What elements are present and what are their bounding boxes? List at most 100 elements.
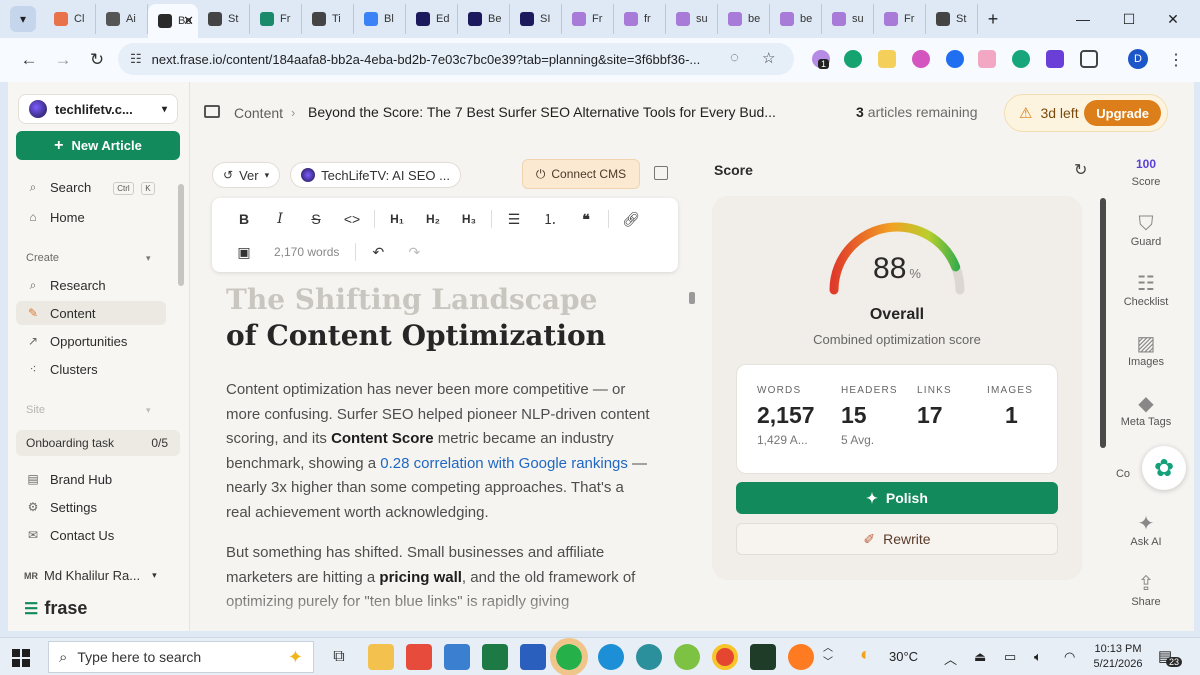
forward-button[interactable]: → [46, 43, 80, 77]
whatsapp-icon[interactable] [550, 638, 588, 675]
minimize-button[interactable]: — [1060, 0, 1106, 38]
onboarding-task[interactable]: Onboarding task 0/5 [16, 430, 180, 456]
excel-icon[interactable] [482, 644, 508, 670]
version-select[interactable]: ↺ Ver ▾ [212, 162, 281, 188]
code-button[interactable]: <> [334, 207, 370, 231]
app-icon[interactable] [598, 644, 624, 670]
sidebar-item-home[interactable]: ⌂ Home [16, 205, 166, 229]
refresh-icon[interactable]: ↻ [1074, 160, 1087, 180]
user-menu[interactable]: MR Md Khalilur Ra... ▾ [24, 568, 157, 583]
rail-item-co[interactable]: Co [1108, 468, 1138, 480]
profile-avatar[interactable]: D [1128, 49, 1148, 69]
rail-item-guard[interactable]: ⛉ Guard [1114, 212, 1178, 248]
browser-tab[interactable]: Be [458, 4, 510, 34]
bullet-list-button[interactable]: ☰ [496, 207, 532, 231]
extensions-puzzle-icon[interactable] [1080, 50, 1098, 68]
rail-item-score[interactable]: 100 Score [1114, 152, 1178, 188]
extension-icon[interactable] [946, 50, 964, 68]
browser-tab[interactable]: Be ✕ [148, 4, 198, 38]
windows-start-icon[interactable] [12, 649, 30, 667]
project-select[interactable]: TechLifeTV: AI SEO ... [290, 162, 461, 188]
word-icon[interactable] [520, 644, 546, 670]
rail-item-share[interactable]: ⇪ Share [1114, 572, 1178, 608]
sidebar-item-opportunities[interactable]: ↗ Opportunities [16, 329, 166, 353]
blockquote-button[interactable]: ❝ [568, 207, 604, 231]
upgrade-button[interactable]: Upgrade [1084, 100, 1161, 126]
browser-tab[interactable]: be [718, 4, 770, 34]
sidebar-item-contact-us[interactable]: ✉ Contact Us [16, 523, 166, 547]
browser-tab[interactable]: su [822, 4, 874, 34]
rail-item-checklist[interactable]: ☷ Checklist [1114, 272, 1178, 308]
browser-tab[interactable]: St [198, 4, 250, 34]
sidebar-item-brand-hub[interactable]: ▤ Brand Hub [16, 467, 166, 491]
address-bar[interactable]: ☷ next.frase.io/content/184aafa8-bb2a-4e… [118, 43, 794, 75]
system-clock[interactable]: 10:13 PM 5/21/2026 [1090, 642, 1146, 672]
browser-tab[interactable]: Ti [302, 4, 354, 34]
extension-icon[interactable] [1046, 50, 1064, 68]
polish-button[interactable]: ✦ Polish [736, 482, 1058, 514]
wifi-icon[interactable]: ◠ [1064, 649, 1075, 665]
editor-scrollbar[interactable] [689, 292, 695, 304]
battery-icon[interactable]: ▭ [1004, 649, 1016, 665]
app-icon[interactable] [406, 644, 432, 670]
collapse-chevron-icon[interactable]: ▾ [146, 253, 151, 264]
connect-cms-button[interactable]: ⏻ Connect CMS [522, 159, 640, 189]
chatgpt-extension-icon[interactable] [1012, 50, 1030, 68]
rail-item-meta-tags[interactable]: ◆ Meta Tags [1114, 392, 1178, 428]
app-icon[interactable] [750, 644, 776, 670]
workspace-switcher[interactable]: techlifetv.c... ▾ [18, 94, 178, 124]
chrome-icon[interactable] [712, 644, 738, 670]
insert-image-button[interactable]: ▣ [226, 240, 262, 264]
taskbar-search[interactable]: ⌕ Type here to search ✦ [48, 641, 314, 673]
maximize-button[interactable]: ☐ [1106, 0, 1152, 38]
sidebar-item-research[interactable]: ⌕ Research [16, 273, 166, 297]
score-scrollbar[interactable] [1100, 198, 1106, 448]
link-button[interactable]: 🔗︎ [613, 207, 649, 231]
browser-tab[interactable]: be [770, 4, 822, 34]
app-icon[interactable] [674, 644, 700, 670]
browser-tab[interactable]: Fr [562, 4, 614, 34]
reload-button[interactable]: ↻ [80, 43, 114, 77]
browser-tab[interactable]: St [926, 4, 978, 34]
browser-tab[interactable]: su [666, 4, 718, 34]
eye-slash-icon[interactable]: ◌ [730, 49, 739, 66]
chatgpt-assistant-button[interactable]: ✿ [1142, 446, 1186, 490]
sidebar-item-clusters[interactable]: ⁖ Clusters [16, 357, 166, 381]
rewrite-button[interactable]: ✐ Rewrite [736, 523, 1058, 555]
rail-item-images[interactable]: ▨ Images [1114, 332, 1178, 368]
bookmark-star-icon[interactable]: ☆ [762, 49, 775, 67]
bold-button[interactable]: B [226, 207, 262, 231]
extension-icon[interactable] [912, 50, 930, 68]
undo-button[interactable]: ↶ [360, 240, 396, 264]
mail-extension-icon[interactable] [878, 50, 896, 68]
browser-tab[interactable]: Bl [354, 4, 406, 34]
heading-3-button[interactable]: H₃ [451, 207, 487, 231]
heading-1-button[interactable]: H₁ [379, 207, 415, 231]
tray-chevron-up-icon[interactable]: ︿ [944, 649, 957, 668]
browser-tab[interactable]: Cl [44, 4, 96, 34]
document-body[interactable]: The Shifting Landscape of Content Optimi… [226, 282, 652, 615]
browser-tab[interactable]: Fr [874, 4, 926, 34]
heading-2-button[interactable]: H₂ [415, 207, 451, 231]
close-window-button[interactable]: ✕ [1150, 0, 1196, 38]
extension-icon[interactable] [978, 50, 996, 68]
breadcrumb-content[interactable]: Content [234, 105, 283, 121]
sidebar-scrollbar[interactable] [178, 184, 184, 286]
inline-link[interactable]: 0.28 correlation with Google rankings [380, 455, 628, 472]
app-icon[interactable] [444, 644, 470, 670]
redo-button[interactable]: ↷ [396, 240, 432, 264]
browser-menu-icon[interactable]: ⋮ [1168, 50, 1184, 70]
italic-button[interactable]: I [262, 207, 298, 231]
browser-tab[interactable]: Ed [406, 4, 458, 34]
new-article-button[interactable]: + New Article [16, 131, 180, 160]
numbered-list-button[interactable]: ⒈ [532, 207, 568, 231]
sidebar-item-search[interactable]: ⌕ Search Ctrl K [16, 175, 166, 199]
rail-item-ask-ai[interactable]: ✦ Ask AI [1114, 512, 1178, 548]
save-icon[interactable] [654, 166, 668, 180]
sidebar-item-settings[interactable]: ⚙ Settings [16, 495, 166, 519]
new-tab-button[interactable]: + [978, 4, 1008, 34]
volume-icon[interactable]: 🔈︎ [1034, 649, 1042, 665]
task-view-icon[interactable]: ⧉ [326, 644, 352, 670]
browser-tab[interactable]: Ai [96, 4, 148, 34]
back-button[interactable]: ← [12, 43, 46, 77]
